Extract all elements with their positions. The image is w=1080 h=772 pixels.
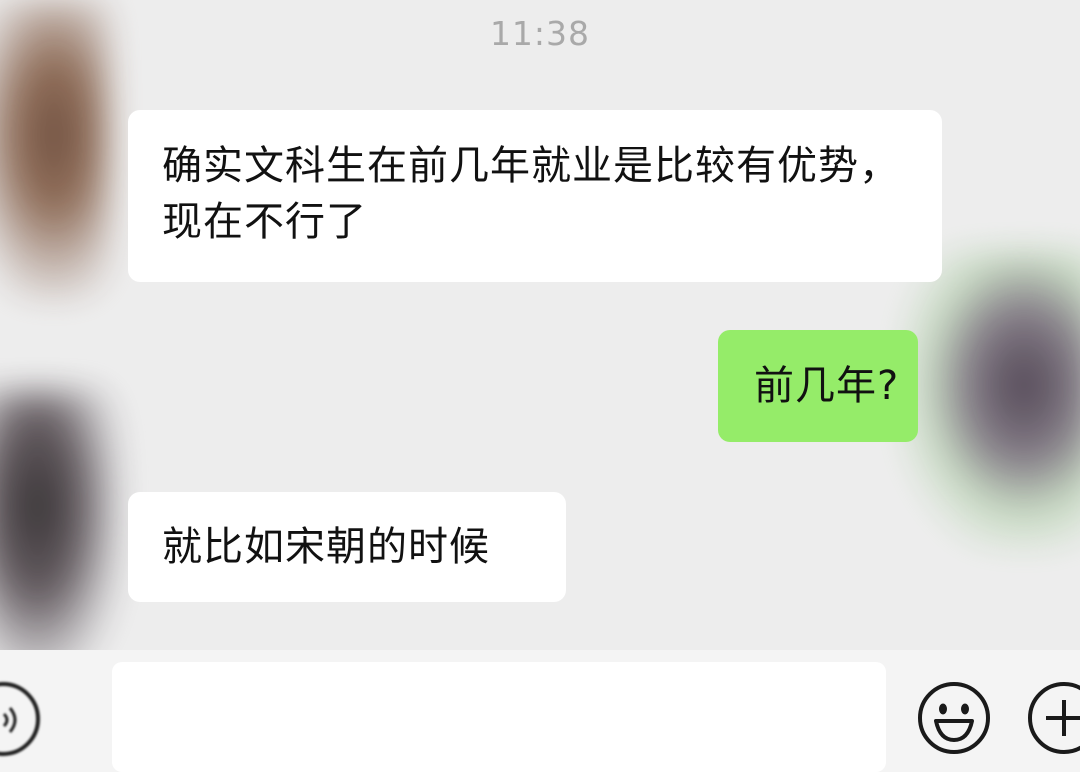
my-avatar[interactable] bbox=[900, 250, 1080, 550]
plus-icon bbox=[1028, 682, 1080, 754]
outgoing-message-bubble[interactable]: 前几年? bbox=[718, 330, 918, 442]
incoming-message-bubble[interactable]: 确实文科生在前几年就业是比较有优势，现在不行了 bbox=[128, 110, 942, 282]
message-timestamp: 11:38 bbox=[489, 14, 591, 53]
message-text: 前几年? bbox=[754, 363, 900, 409]
emoji-button[interactable] bbox=[916, 680, 992, 756]
contact-avatar[interactable] bbox=[0, 390, 120, 680]
message-input[interactable] bbox=[112, 662, 886, 772]
more-button[interactable] bbox=[1026, 680, 1080, 756]
chat-screen: 11:38 确实文科生在前几年就业是比较有优势，现在不行了 前几年? 就比如宋朝… bbox=[0, 0, 1080, 772]
incoming-message-bubble[interactable]: 就比如宋朝的时候 bbox=[128, 492, 566, 602]
message-text: 就比如宋朝的时候 bbox=[162, 524, 490, 570]
voice-icon bbox=[2, 707, 17, 733]
message-text: 确实文科生在前几年就业是比较有优势，现在不行了 bbox=[162, 143, 900, 245]
emoji-icon bbox=[918, 682, 990, 754]
contact-avatar[interactable] bbox=[0, 0, 110, 300]
